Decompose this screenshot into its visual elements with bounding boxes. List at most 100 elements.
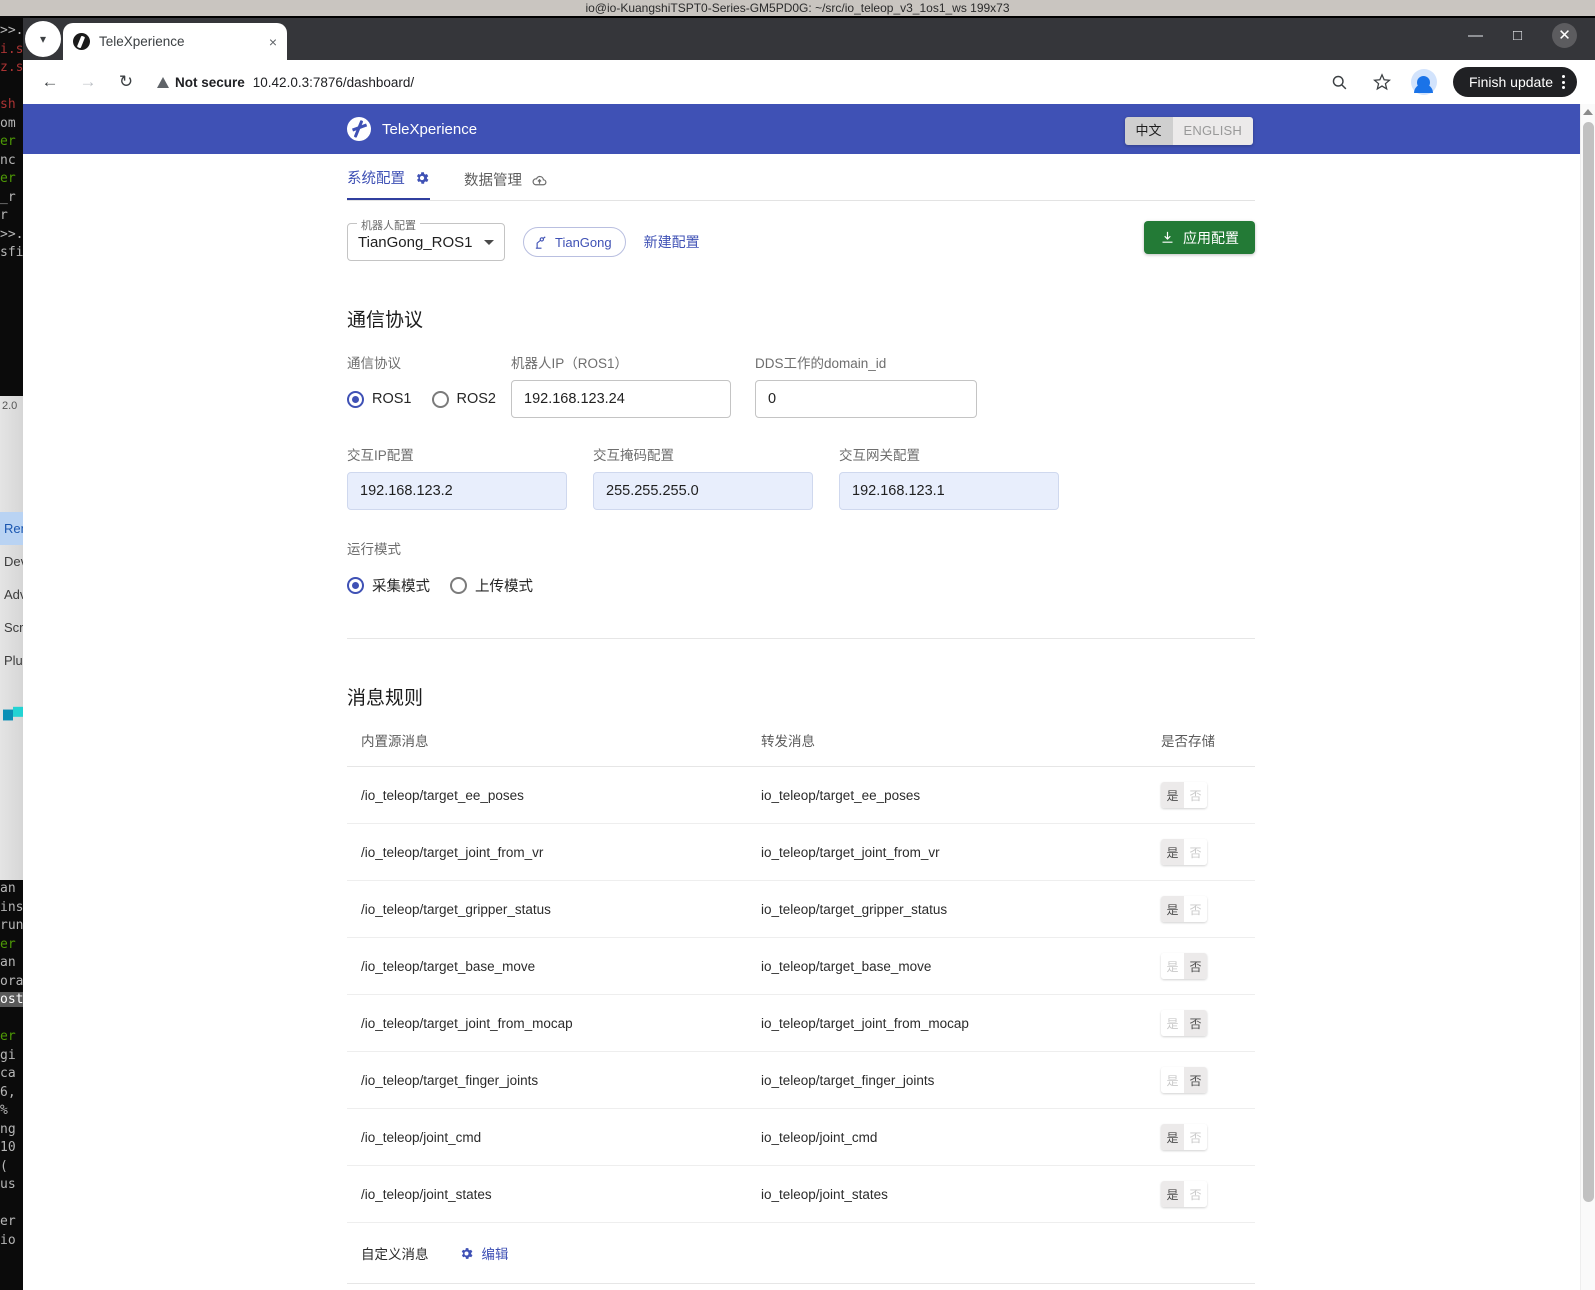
back-button-icon[interactable]: ← xyxy=(37,69,63,95)
scrollbar-thumb[interactable] xyxy=(1583,122,1594,1202)
col-forward-message: 转发消息 xyxy=(747,730,1147,767)
interact-gateway-input[interactable]: 192.168.123.1 xyxy=(839,472,1059,510)
language-option-chinese[interactable]: 中文 xyxy=(1124,117,1173,146)
gear-icon xyxy=(414,170,430,186)
search-icon[interactable] xyxy=(1327,69,1353,95)
radio-upload-mode-label: 上传模式 xyxy=(475,578,533,595)
store-toggle-no[interactable]: 否 xyxy=(1184,1010,1207,1036)
robot-ip-input[interactable]: 192.168.123.24 xyxy=(511,380,731,418)
browser-toolbar: ← → ↻ Not secure 10.42.0.3:7876/dashboar… xyxy=(23,60,1595,104)
chrome-menu-icon[interactable] xyxy=(1562,75,1565,89)
site-favicon-icon xyxy=(73,33,90,50)
finish-update-button[interactable]: Finish update xyxy=(1452,67,1577,97)
tab-title: TeleXperience xyxy=(99,34,185,49)
cell-forward-message: io_teleop/target_base_move xyxy=(747,937,1147,995)
cell-forward-message: io_teleop/joint_states xyxy=(747,1165,1147,1223)
radio-upload-mode-circle xyxy=(450,576,467,594)
store-toggle-no[interactable]: 否 xyxy=(1184,1067,1207,1093)
interact-ip-input[interactable]: 192.168.123.2 xyxy=(347,472,567,510)
robot-config-select[interactable]: 机器人配置 TianGong_ROS1 xyxy=(347,217,505,261)
app-brand-name: TeleXperience xyxy=(382,120,478,138)
store-toggle-no[interactable]: 否 xyxy=(1184,839,1207,865)
forward-button-icon[interactable]: → xyxy=(75,69,101,95)
store-toggle-yes[interactable]: 是 xyxy=(1161,1124,1184,1150)
cell-forward-message: io_teleop/joint_cmd xyxy=(747,1108,1147,1166)
store-toggle-yes[interactable]: 是 xyxy=(1161,839,1184,865)
radio-ros2[interactable]: ROS2 xyxy=(431,390,496,408)
reload-button-icon[interactable]: ↻ xyxy=(113,69,139,95)
col-store: 是否存储 xyxy=(1147,730,1255,767)
cloud-upload-icon xyxy=(531,172,547,188)
store-toggle-yes[interactable]: 是 xyxy=(1161,896,1184,922)
profile-avatar[interactable] xyxy=(1410,69,1437,95)
radio-ros1[interactable]: ROS1 xyxy=(347,390,412,408)
store-toggle-yes[interactable]: 是 xyxy=(1161,782,1184,808)
store-toggle-no[interactable]: 否 xyxy=(1184,953,1207,979)
page-viewport: TeleXperience 中文 ENGLISH 系统配置 数据管理 机器人配置… xyxy=(23,104,1595,1290)
radio-ros2-circle xyxy=(431,390,449,408)
apply-config-button[interactable]: 应用配置 xyxy=(1144,221,1255,254)
primary-tabs: 系统配置 数据管理 xyxy=(347,154,1255,201)
star-icon[interactable] xyxy=(1369,69,1395,95)
cell-source-message: /io_teleop/joint_cmd xyxy=(347,1108,747,1166)
protocol-label: 通信协议 xyxy=(347,356,401,371)
storage-actions-row: 存储数据上传设置 未设置数据上传 xyxy=(347,1284,1255,1290)
tab-search-button[interactable]: ▾ xyxy=(25,21,61,57)
table-row: /io_teleop/target_ee_poses io_teleop/targ… xyxy=(347,766,1255,824)
robot-arm-icon xyxy=(535,235,546,249)
address-bar[interactable]: Not secure 10.42.0.3:7876/dashboard/ xyxy=(151,66,1315,98)
cell-source-message: /io_teleop/joint_states xyxy=(347,1165,747,1223)
table-header-row: 内置源消息 转发消息 是否存储 xyxy=(347,730,1255,767)
col-source-message: 内置源消息 xyxy=(347,730,747,767)
section-title-communication: 通信协议 xyxy=(347,310,424,331)
interact-mask-input[interactable]: 255.255.255.0 xyxy=(593,472,813,510)
store-toggle-yes[interactable]: 是 xyxy=(1161,1067,1184,1093)
store-toggle-yes[interactable]: 是 xyxy=(1161,1181,1184,1207)
security-label: Not secure xyxy=(175,74,245,90)
browser-window: ▾ TeleXperience × — □ ✕ ← → ↻ Not secure… xyxy=(23,18,1595,1290)
store-toggle-no[interactable]: 否 xyxy=(1184,782,1207,808)
page-scrollbar[interactable] xyxy=(1580,104,1595,1290)
tiangong-chip[interactable]: TianGong xyxy=(523,227,626,257)
custom-message-label: 自定义消息 xyxy=(361,1247,429,1262)
domain-id-label: DDS工作的domain_id xyxy=(755,356,887,371)
app-brand: TeleXperience xyxy=(347,117,477,141)
tab-system-config-label: 系统配置 xyxy=(347,171,405,187)
minimize-window-button[interactable]: — xyxy=(1468,28,1483,43)
store-toggle-yes[interactable]: 是 xyxy=(1161,953,1184,979)
radio-upload-mode[interactable]: 上传模式 xyxy=(450,575,533,596)
language-option-english[interactable]: ENGLISH xyxy=(1172,117,1253,146)
gear-icon xyxy=(461,1247,472,1259)
download-icon xyxy=(1162,231,1173,243)
cell-source-message: /io_teleop/target_joint_from_vr xyxy=(347,823,747,881)
site-security-badge[interactable]: Not secure xyxy=(157,75,245,90)
radio-collect-mode-circle xyxy=(347,576,364,594)
tab-data-management[interactable]: 数据管理 xyxy=(464,169,547,200)
window-controls: — □ ✕ xyxy=(1468,23,1595,60)
maximize-window-button[interactable]: □ xyxy=(1513,28,1522,43)
store-toggle-no[interactable]: 否 xyxy=(1184,1181,1207,1207)
cell-forward-message: io_teleop/target_gripper_status xyxy=(747,880,1147,938)
interact-ip-label: 交互IP配置 xyxy=(347,448,414,463)
close-window-button[interactable]: ✕ xyxy=(1552,23,1577,48)
scroll-up-arrow-icon[interactable] xyxy=(1583,109,1593,115)
browser-tab-telexperience[interactable]: TeleXperience × xyxy=(63,23,287,60)
store-toggle: 是否 xyxy=(1161,1010,1207,1036)
language-switch: 中文 ENGLISH xyxy=(1124,117,1253,146)
edit-custom-message-button[interactable]: 编辑 xyxy=(459,1243,509,1263)
finish-update-label: Finish update xyxy=(1468,74,1553,90)
store-toggle-no[interactable]: 否 xyxy=(1184,896,1207,922)
radio-collect-mode[interactable]: 采集模式 xyxy=(347,575,430,596)
edit-label: 编辑 xyxy=(481,1247,509,1262)
new-config-link[interactable]: 新建配置 xyxy=(644,232,700,252)
tab-system-config[interactable]: 系统配置 xyxy=(347,167,430,200)
table-row: /io_teleop/target_joint_from_vr io_teleop… xyxy=(347,823,1255,881)
domain-id-input[interactable]: 0 xyxy=(755,380,977,418)
close-tab-icon[interactable]: × xyxy=(269,35,277,49)
cell-forward-message: io_teleop/target_joint_from_mocap xyxy=(747,994,1147,1052)
table-row: /io_teleop/target_joint_from_mocap io_tel… xyxy=(347,994,1255,1052)
store-toggle-yes[interactable]: 是 xyxy=(1161,1010,1184,1036)
run-mode-radio-group: 采集模式 上传模式 xyxy=(347,566,1255,604)
robot-config-row: 机器人配置 TianGong_ROS1 TianGong 新建配置 应用配置 xyxy=(347,201,1255,261)
store-toggle-no[interactable]: 否 xyxy=(1184,1124,1207,1150)
